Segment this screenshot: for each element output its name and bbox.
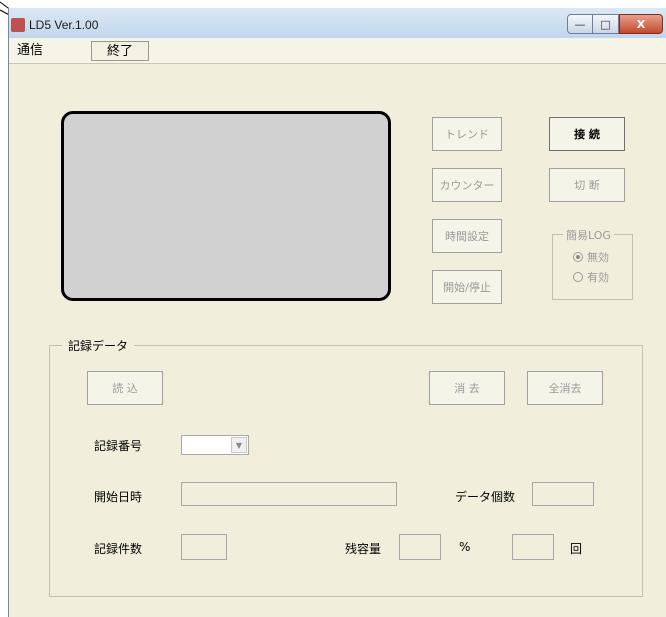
times-field[interactable] <box>512 534 554 560</box>
record-number-label: 記録番号 <box>94 439 143 453</box>
client-area: トレンド 接 続 カウンター 切 断 時間設定 開始/停止 簡易LOG 無効 有… <box>9 64 666 617</box>
radio-enabled-label: 有効 <box>587 271 609 284</box>
radio-log-enabled[interactable]: 有効 <box>573 269 609 285</box>
record-number-select[interactable]: ▼ <box>181 435 249 455</box>
menu-exit[interactable]: 終了 <box>91 41 149 61</box>
trend-button[interactable]: トレンド <box>432 117 502 151</box>
start-datetime-label: 開始日時 <box>94 490 143 504</box>
connect-button[interactable]: 接 続 <box>549 117 625 151</box>
start-datetime-field[interactable] <box>181 482 397 506</box>
record-count-label: 記録件数 <box>94 542 143 556</box>
data-count-label: データ個数 <box>455 490 516 504</box>
delete-all-button[interactable]: 全消去 <box>527 371 603 405</box>
radio-disabled-label: 無効 <box>587 251 609 264</box>
display-panel <box>61 111 391 301</box>
chevron-down-icon[interactable]: ▼ <box>231 437 247 453</box>
read-button[interactable]: 読 込 <box>87 371 163 405</box>
app-icon <box>11 18 25 32</box>
counter-button[interactable]: カウンター <box>432 168 502 202</box>
record-count-field[interactable] <box>181 534 227 560</box>
remaining-label: 残容量 <box>345 542 382 556</box>
window-title: LD5 Ver.1.00 <box>29 18 99 32</box>
data-count-field[interactable] <box>532 482 594 506</box>
simple-log-title: 簡易LOG <box>563 227 614 243</box>
radio-selected-icon <box>573 252 583 262</box>
title-bar: LD5 Ver.1.00 — □ X <box>9 8 666 38</box>
times-unit: 回 <box>570 542 583 556</box>
disconnect-button[interactable]: 切 断 <box>549 168 625 202</box>
radio-log-disabled[interactable]: 無効 <box>573 249 609 265</box>
radio-unselected-icon <box>573 272 583 282</box>
time-setting-button[interactable]: 時間設定 <box>432 219 502 253</box>
maximize-button[interactable]: □ <box>593 14 619 34</box>
delete-button[interactable]: 消 去 <box>429 371 505 405</box>
menu-comm[interactable]: 通信 <box>17 41 43 61</box>
record-data-title: 記録データ <box>62 337 135 354</box>
percent-unit: % <box>459 540 471 554</box>
minimize-button[interactable]: — <box>567 14 593 34</box>
start-stop-button[interactable]: 開始/停止 <box>432 270 502 304</box>
app-window: LD5 Ver.1.00 — □ X 通信 終了 トレンド 接 続 カウンター … <box>8 8 666 617</box>
menu-bar: 通信 終了 <box>9 38 666 64</box>
close-button[interactable]: X <box>619 14 663 34</box>
simple-log-group: 簡易LOG 無効 有効 <box>552 227 633 300</box>
remaining-field[interactable] <box>399 534 441 560</box>
